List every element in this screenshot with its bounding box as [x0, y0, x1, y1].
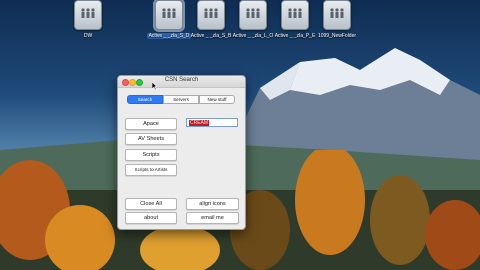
av-sheets-button[interactable]: AV Sheets	[125, 133, 177, 145]
desktop-icon-active-pe[interactable]: Active _ _zla_P_E	[273, 0, 317, 44]
desktop-icon-active-lo[interactable]: Active _ _zla_L_O	[231, 0, 275, 44]
desktop-icon-active-sb[interactable]: Active _ _zla_S_B	[189, 0, 233, 44]
about-button[interactable]: about	[125, 212, 177, 224]
apace-button[interactable]: Apace	[125, 118, 177, 130]
tab-bar: Search Servers New stuff	[127, 95, 235, 104]
desktop-icon-new-folder[interactable]: 1099_NewFolder	[315, 0, 359, 44]
desktop-icon-active-sd[interactable]: Active _ _zla_S_D	[147, 0, 191, 44]
tab-search[interactable]: Search	[127, 95, 163, 104]
desktop-icon-label: Active _ _zla_S_D	[147, 33, 191, 39]
shared-server-icon	[197, 0, 225, 30]
search-input-value: CREAM	[189, 120, 210, 126]
desktop-icon-label: Active _ _zla_P_E	[274, 33, 316, 39]
desktop-icon-label: Active _ _zla_L_O	[232, 33, 274, 39]
window-titlebar[interactable]: CSN Search	[118, 76, 245, 88]
email-me-button[interactable]: email me	[186, 212, 239, 224]
mouse-cursor-icon	[152, 82, 157, 90]
shared-server-icon	[74, 0, 102, 30]
shared-server-icon	[281, 0, 309, 30]
desktop-icon-label: 1099_NewFolder	[317, 33, 357, 39]
desktop-icon-dw[interactable]: DW	[66, 0, 110, 44]
tab-servers[interactable]: Servers	[163, 95, 199, 104]
shared-server-icon	[239, 0, 267, 30]
desktop-icons: DW Active _ _zla_S_D Active _ _zla_S_B A…	[0, 0, 480, 44]
search-input[interactable]: CREAM	[186, 118, 238, 127]
window-title: CSN Search	[164, 77, 199, 83]
align-icons-button[interactable]: align icons	[186, 198, 239, 210]
scripts-button[interactable]: Scripts	[125, 149, 177, 161]
tab-new-stuff[interactable]: New stuff	[199, 95, 235, 104]
shared-server-icon	[323, 0, 351, 30]
shared-server-icon	[153, 0, 185, 32]
close-all-button[interactable]: Close All	[125, 198, 177, 210]
scripts-to-artists-button[interactable]: Scripts to Artists	[125, 164, 177, 176]
csn-search-window: CSN Search Search Servers New stuff Apac…	[117, 75, 246, 230]
desktop-icon-label: Active _ _zla_S_B	[190, 33, 232, 39]
desktop-icon-label: DW	[83, 33, 93, 39]
